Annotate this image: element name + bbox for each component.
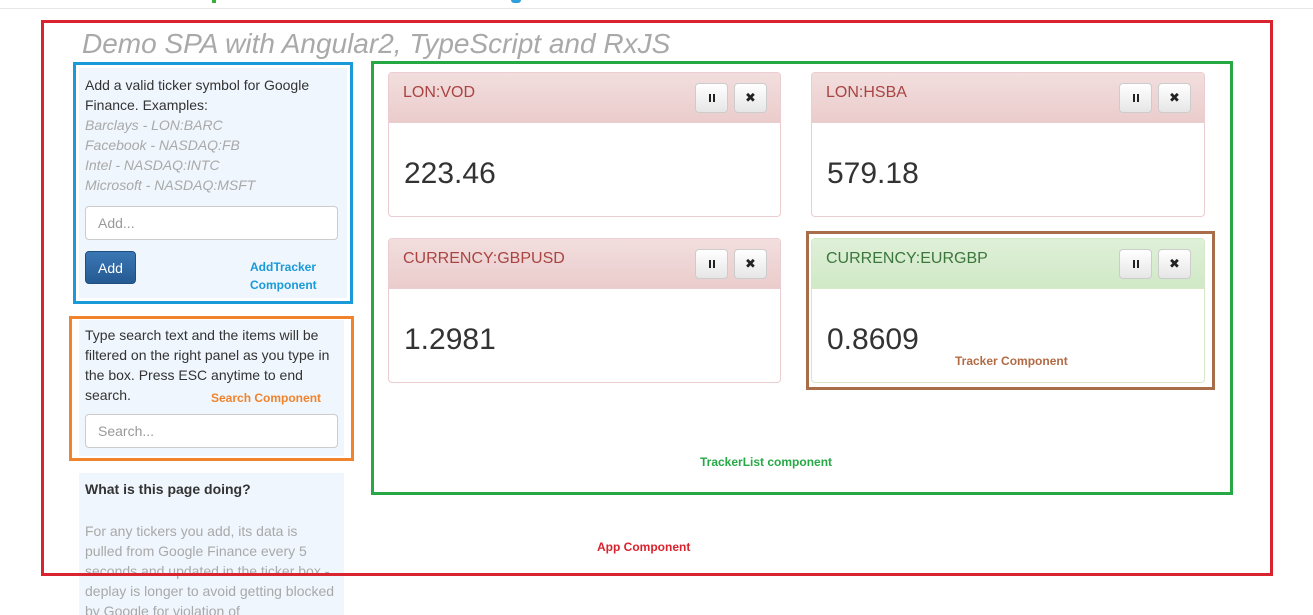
tracker-ticker: LON:HSBA: [826, 84, 907, 101]
pause-button[interactable]: [1119, 249, 1152, 279]
ticker-example: Barclays - LON:BARC: [85, 117, 223, 133]
tracker-actions: ✖: [695, 83, 767, 113]
add-tracker-label-line-1: AddTracker: [250, 260, 317, 274]
close-icon: ✖: [745, 90, 756, 106]
remove-button[interactable]: ✖: [1158, 249, 1191, 279]
tracker-ticker: CURRENCY:EURGBP: [826, 250, 988, 267]
pause-button[interactable]: [695, 83, 728, 113]
close-icon: ✖: [1169, 256, 1180, 272]
tracker-card-header: CURRENCY:EURGBP ✖: [812, 239, 1204, 289]
pause-icon: [708, 94, 715, 102]
strip-mark-blue: [511, 0, 521, 3]
tracker-ticker: CURRENCY:GBPUSD: [403, 250, 565, 267]
pause-button[interactable]: [1119, 83, 1152, 113]
tracker-ticker: LON:VOD: [403, 84, 476, 101]
app-title: Demo SPA with Angular2, TypeScript and R…: [82, 28, 671, 59]
remove-button[interactable]: ✖: [1158, 83, 1191, 113]
search-component-label: Search Component: [211, 391, 322, 405]
tracker-actions: ✖: [695, 249, 767, 279]
tracker-list-component-label: TrackerList component: [700, 455, 833, 469]
tracker-price: 0.8609: [827, 323, 919, 356]
ticker-example: Facebook - NASDAQ:FB: [85, 137, 240, 153]
add-tracker-component-label: AddTracker Component: [250, 258, 317, 294]
tracker-card: LON:VOD ✖ 223.46: [388, 72, 781, 217]
tracker-card: CURRENCY:GBPUSD ✖ 1.2981: [388, 238, 781, 383]
tracker-component-label: Tracker Component: [955, 354, 1068, 368]
remove-button[interactable]: ✖: [734, 249, 767, 279]
tracker-card: LON:HSBA ✖ 579.18: [811, 72, 1205, 217]
ticker-example: Microsoft - NASDAQ:MSFT: [85, 177, 256, 193]
tracker-card-header: CURRENCY:GBPUSD ✖: [389, 239, 780, 289]
tracker-price: 1.2981: [404, 323, 496, 356]
strip-mark-green: [212, 0, 216, 3]
tracker-card-header: LON:HSBA ✖: [812, 73, 1204, 123]
tracker-actions: ✖: [1119, 249, 1191, 279]
about-title: What is this page doing?: [85, 481, 251, 497]
about-text: For any tickers you add, its data is pul…: [85, 523, 335, 615]
about-panel: What is this page doing? For any tickers…: [79, 473, 344, 615]
pause-icon: [708, 260, 715, 268]
browser-top-strip: [0, 0, 1313, 9]
ticker-examples-list: Barclays - LON:BARC Facebook - NASDAQ:FB…: [85, 115, 341, 195]
pause-icon: [1132, 94, 1139, 102]
tracker-price: 223.46: [404, 157, 496, 190]
add-ticker-input[interactable]: [85, 206, 338, 240]
pause-icon: [1132, 260, 1139, 268]
app-component-label: App Component: [597, 540, 691, 554]
tracker-card-header: LON:VOD ✖: [389, 73, 780, 123]
pause-button[interactable]: [695, 249, 728, 279]
add-button[interactable]: Add: [85, 251, 136, 284]
ticker-example: Intel - NASDAQ:INTC: [85, 157, 220, 173]
search-input[interactable]: [85, 414, 338, 448]
add-tracker-help-text: Add a valid ticker symbol for Google Fin…: [85, 77, 310, 113]
close-icon: ✖: [1169, 90, 1180, 106]
tracker-actions: ✖: [1119, 83, 1191, 113]
tracker-price: 579.18: [827, 157, 919, 190]
close-icon: ✖: [745, 256, 756, 272]
remove-button[interactable]: ✖: [734, 83, 767, 113]
add-tracker-label-line-2: Component: [250, 278, 317, 292]
